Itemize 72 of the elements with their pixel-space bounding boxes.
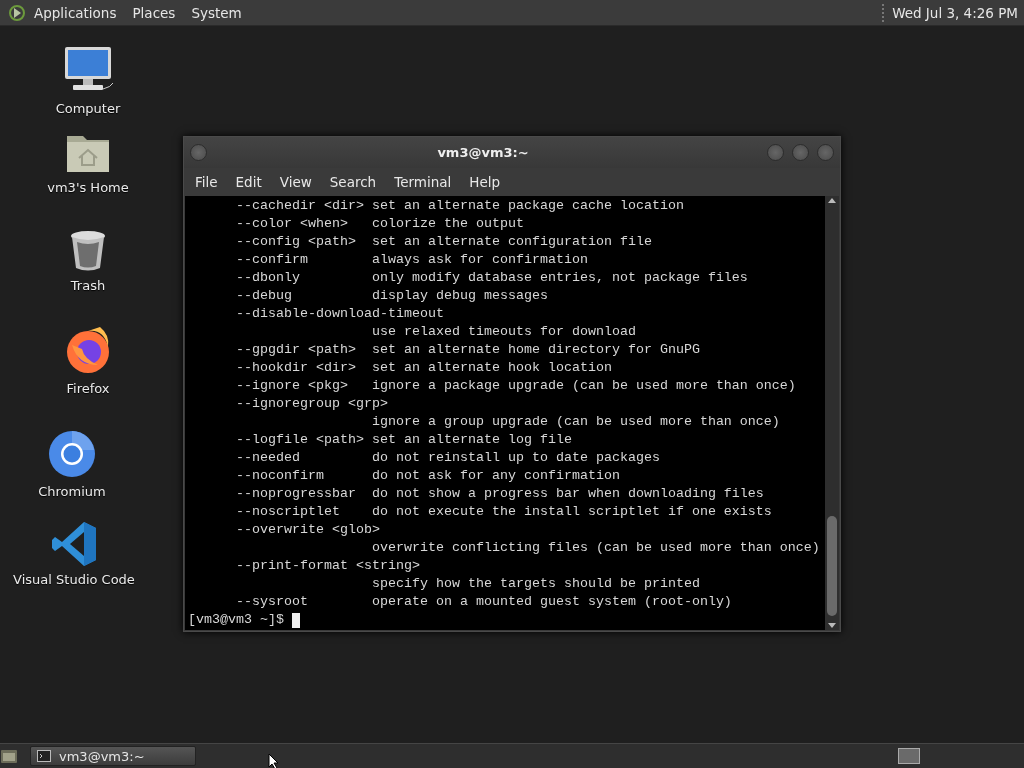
distro-logo-icon <box>8 3 26 22</box>
description-text: set an alternate log file <box>371 431 573 449</box>
option-text: --ignoregroup <grp> <box>236 395 389 413</box>
description-text: do not reinstall up to date packages <box>371 449 661 467</box>
desktop-icon-label[interactable]: Visual Studio Code <box>13 572 135 587</box>
taskbar-button[interactable]: vm3@vm3:~ <box>30 746 196 766</box>
mouse-pointer-icon <box>268 753 279 768</box>
description-text: do not execute the install scriptlet if one exists <box>371 503 773 521</box>
description-text: ignore a package upgrade (can be used more than once) <box>371 377 797 395</box>
option-text: --needed <box>236 449 301 467</box>
option-text: --print-format <string> <box>236 557 421 575</box>
description-text: only modify database entries, not package files <box>371 269 749 287</box>
option-text: --noconfirm <box>236 467 325 485</box>
description-text: use relaxed timeouts for download <box>371 323 637 341</box>
description-text: display debug messages <box>371 287 549 305</box>
option-text: --disable-download-timeout <box>236 305 445 323</box>
description-text: set an alternate home directory for GnuPG <box>371 341 701 359</box>
option-text: --noprogressbar <box>236 485 357 503</box>
desktop-icon-label[interactable]: Chromium <box>38 484 106 499</box>
description-text: ignore a group upgrade (can be used more than once) <box>371 413 781 431</box>
description-text: do not ask for any confirmation <box>371 467 621 485</box>
chromium-icon[interactable] <box>48 430 96 478</box>
description-text: always ask for confirmation <box>371 251 589 269</box>
scroll-down-arrow-icon <box>827 621 837 630</box>
option-text: --logfile <path> <box>236 431 365 449</box>
panel-menu[interactable]: System <box>183 4 250 21</box>
description-text: operate on a mounted guest system (root-only) <box>371 593 733 611</box>
description-text: do not show a progress bar when downloading files <box>371 485 765 503</box>
option-text: --color <when> <box>236 215 349 233</box>
option-text: --noscriptlet <box>236 503 341 521</box>
clock[interactable]: Wed Jul 3, 4:26 PM <box>892 4 1020 21</box>
option-text: --overwrite <glob> <box>236 521 381 539</box>
panel-menu[interactable]: Applications <box>26 4 125 21</box>
option-text: --debug <box>236 287 293 305</box>
workspace-switcher[interactable] <box>898 748 920 764</box>
description-text: overwrite conflicting files (can be used more than once) <box>371 539 821 557</box>
option-text: --hookdir <dir> <box>236 359 357 377</box>
option-text: --confirm <box>236 251 309 269</box>
description-text: set an alternate package cache location <box>371 197 685 215</box>
firefox-icon[interactable] <box>64 325 112 375</box>
desktop-icon-label[interactable]: Computer <box>55 101 121 116</box>
description-text: set an alternate hook location <box>371 359 613 377</box>
terminal-icon <box>37 750 51 762</box>
panel-menu[interactable]: Places <box>124 4 184 21</box>
window-title: vm3@vm3:~ <box>436 145 530 160</box>
menu-item[interactable]: Search <box>320 174 386 190</box>
desktop-icon-label[interactable]: Trash <box>70 278 106 293</box>
option-text: --cachedir <dir> <box>236 197 365 215</box>
scrollbar[interactable] <box>825 196 839 630</box>
menu-item[interactable]: View <box>270 174 321 190</box>
scroll-up-arrow-icon <box>827 196 837 205</box>
description-text: specify how the targets should be printed <box>371 575 701 593</box>
menu-item[interactable]: Terminal <box>385 174 461 190</box>
description-text: set an alternate configuration file <box>371 233 653 251</box>
option-text: --gpgdir <path> <box>236 341 357 359</box>
vscode-icon[interactable] <box>52 520 96 566</box>
text-cursor <box>291 612 300 628</box>
shell-prompt: [vm3@vm3 ~]$ <box>188 611 284 629</box>
show-desktop-icon[interactable] <box>0 747 18 765</box>
desktop-icon-label[interactable]: Firefox <box>66 381 110 396</box>
desktop-icon-label[interactable]: vm3's Home <box>47 180 129 195</box>
option-text: --config <path> <box>236 233 357 251</box>
description-text: colorize the output <box>371 215 525 233</box>
trash-icon[interactable] <box>68 228 108 272</box>
menu-item[interactable]: Edit <box>226 174 271 190</box>
menu-item[interactable]: Help <box>460 174 510 190</box>
option-text: --ignore <pkg> <box>236 377 349 395</box>
option-text: --dbonly <box>236 269 301 287</box>
option-text: --sysroot <box>236 593 309 611</box>
scrollbar-thumb[interactable] <box>827 516 837 616</box>
terminal-area[interactable] <box>185 196 839 630</box>
menu-item[interactable]: File <box>186 174 227 190</box>
